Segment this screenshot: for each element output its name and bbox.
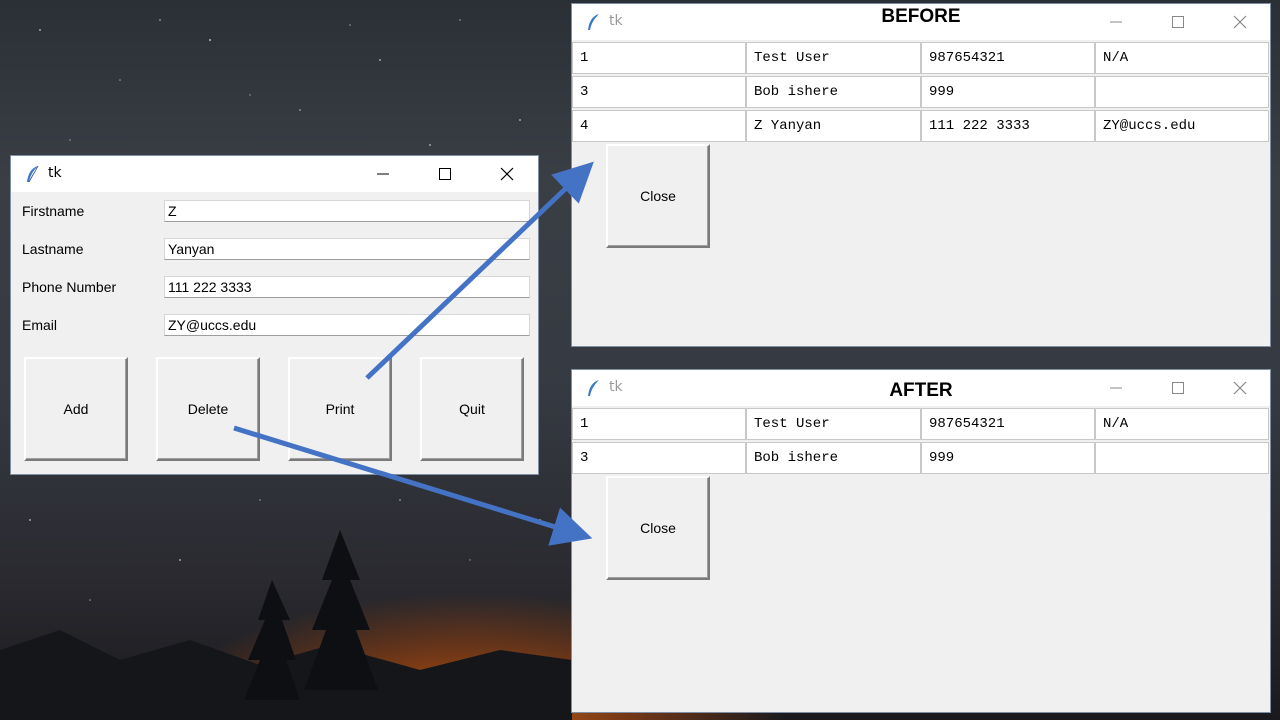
phone-number-field[interactable] bbox=[164, 276, 530, 298]
close-button[interactable]: Close bbox=[606, 476, 710, 580]
lastname-label: Lastname bbox=[22, 241, 84, 257]
phone-number-label: Phone Number bbox=[22, 279, 117, 295]
table-cell: Bob ishere bbox=[746, 76, 921, 108]
table-cell: 4 bbox=[572, 110, 746, 142]
maximize-button[interactable] bbox=[1155, 370, 1201, 406]
after-window-titlebar: tk AFTER bbox=[572, 370, 1270, 406]
table-cell: Test User bbox=[746, 408, 921, 440]
table-cell: 111 222 3333 bbox=[921, 110, 1095, 142]
table-cell: N/A bbox=[1095, 408, 1269, 440]
maximize-icon bbox=[439, 168, 451, 180]
close-icon bbox=[1233, 15, 1247, 29]
quit-button[interactable]: Quit bbox=[420, 357, 524, 461]
close-window-button[interactable] bbox=[1217, 4, 1263, 40]
table-cell: 1 bbox=[572, 42, 746, 74]
maximize-button[interactable] bbox=[422, 156, 468, 192]
maximize-icon bbox=[1172, 16, 1184, 28]
table-cell: Test User bbox=[746, 42, 921, 74]
minimize-icon bbox=[1110, 21, 1122, 23]
table-cell: 987654321 bbox=[921, 408, 1095, 440]
delete-button[interactable]: Delete bbox=[156, 357, 260, 461]
tk-feather-icon bbox=[27, 165, 39, 183]
minimize-button[interactable] bbox=[360, 156, 406, 192]
lastname-field[interactable] bbox=[164, 238, 530, 260]
close-button[interactable]: Close bbox=[606, 144, 710, 248]
table-cell: N/A bbox=[1095, 42, 1269, 74]
minimize-icon bbox=[377, 173, 389, 175]
table-cell: 987654321 bbox=[921, 42, 1095, 74]
close-icon bbox=[500, 167, 514, 181]
maximize-icon bbox=[1172, 382, 1184, 394]
minimize-button[interactable] bbox=[1093, 370, 1139, 406]
email-field[interactable] bbox=[164, 314, 530, 336]
before-window: tk BEFORE 1 Test User 987654321 N/A 3 Bo… bbox=[572, 4, 1270, 346]
close-window-button[interactable] bbox=[1217, 370, 1263, 406]
table-cell: 999 bbox=[921, 442, 1095, 474]
add-button[interactable]: Add bbox=[24, 357, 128, 461]
form-window-titlebar: tk bbox=[11, 156, 538, 192]
firstname-field[interactable] bbox=[164, 200, 530, 222]
minimize-button[interactable] bbox=[1093, 4, 1139, 40]
table-cell: 3 bbox=[572, 442, 746, 474]
table-cell: Bob ishere bbox=[746, 442, 921, 474]
print-button[interactable]: Print bbox=[288, 357, 392, 461]
table-cell: ZY@uccs.edu bbox=[1095, 110, 1269, 142]
form-window: tk Firstname Lastname Phone Number Email… bbox=[11, 156, 538, 474]
email-label: Email bbox=[22, 317, 58, 333]
table-cell bbox=[1095, 442, 1269, 474]
table-cell: 3 bbox=[572, 76, 746, 108]
table-cell: 999 bbox=[921, 76, 1095, 108]
minimize-icon bbox=[1110, 387, 1122, 389]
firstname-label: Firstname bbox=[22, 203, 85, 219]
maximize-button[interactable] bbox=[1155, 4, 1201, 40]
before-window-titlebar: tk BEFORE bbox=[572, 4, 1270, 40]
close-icon bbox=[1233, 381, 1247, 395]
window-title: tk bbox=[48, 165, 62, 181]
table-cell bbox=[1095, 76, 1269, 108]
after-window: tk AFTER 1 Test User 987654321 N/A 3 Bob… bbox=[572, 370, 1270, 712]
table-cell: 1 bbox=[572, 408, 746, 440]
table-cell: Z Yanyan bbox=[746, 110, 921, 142]
close-window-button[interactable] bbox=[484, 156, 530, 192]
